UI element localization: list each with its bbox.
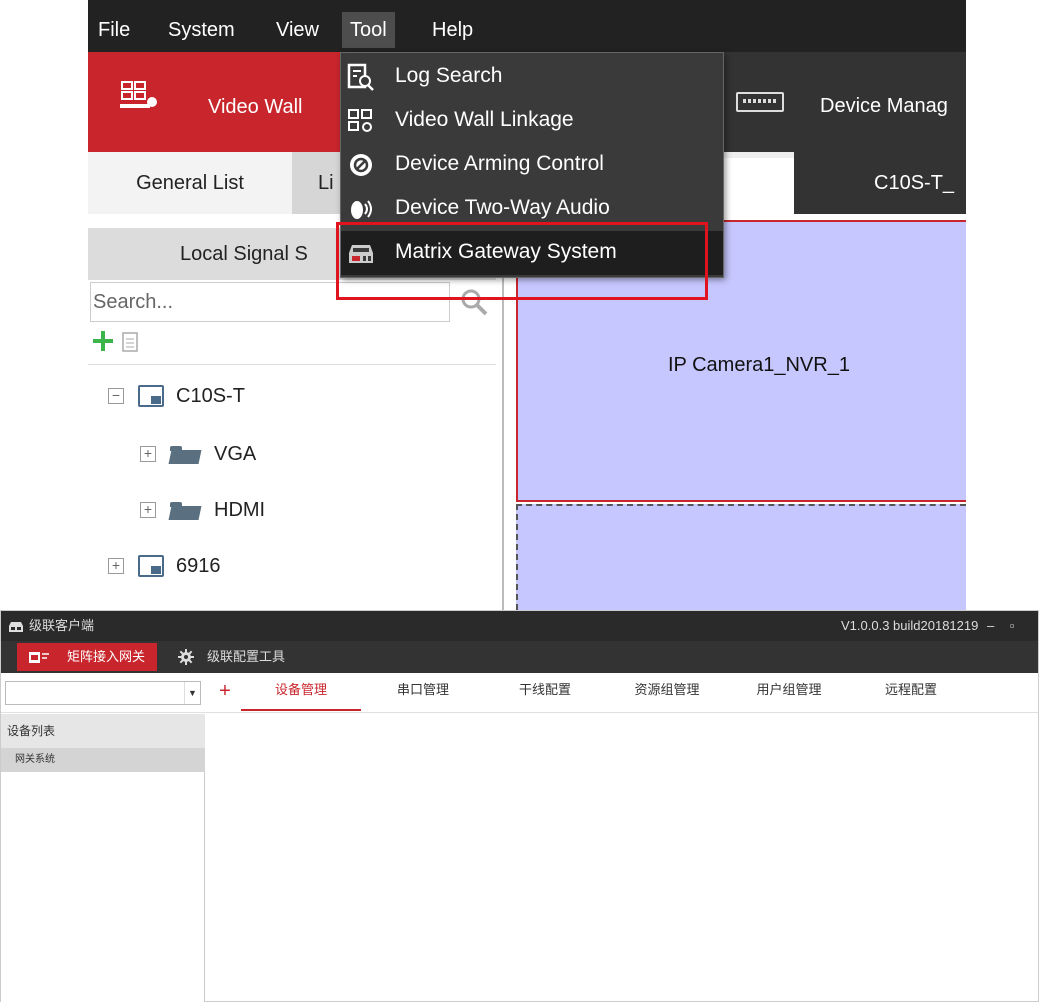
tree-node-vga[interactable]: + VGA	[140, 439, 256, 469]
tree-node-c10s[interactable]: − C10S-T	[108, 381, 245, 411]
tab-resource-group[interactable]: 资源组管理	[607, 673, 727, 711]
expand-icon[interactable]: +	[140, 446, 156, 462]
chevron-down-icon[interactable]: ▼	[184, 682, 200, 704]
panel-toolbar	[92, 330, 192, 356]
tree-node-label: C10S-T	[176, 384, 245, 407]
tree-node-label: VGA	[214, 442, 257, 465]
tab-user-group[interactable]: 用户组管理	[729, 673, 849, 711]
menu-label: 矩阵接入网关	[67, 649, 146, 664]
menu-bar: File System View Tool Help	[88, 0, 966, 52]
encoder-device-icon	[138, 385, 164, 407]
menu-system[interactable]: System	[160, 12, 243, 48]
sidebar-header: 设备列表	[1, 714, 205, 748]
tree-node-hdmi[interactable]: + HDMI	[140, 495, 265, 525]
folder-icon	[170, 500, 200, 520]
menu-item-label: Video Wall Linkage	[395, 108, 574, 131]
video-wall-client-screenshot: File System View Tool Help Video Wall De…	[88, 0, 966, 610]
menu-cascade-config-tool[interactable]: 级联配置工具	[177, 643, 285, 671]
device-tree: − C10S-T + VGA + HDMI + 6916	[88, 364, 496, 610]
menu-view[interactable]: View	[268, 12, 327, 48]
tree-node-label: 6916	[176, 554, 221, 577]
expand-icon[interactable]: +	[140, 502, 156, 518]
tab-device-management[interactable]: 设备管理	[241, 673, 361, 711]
sidebar-item-gateway-system[interactable]: 网关系统	[1, 748, 205, 772]
tab-trunk-config[interactable]: 干线配置	[485, 673, 605, 711]
gear-icon	[178, 649, 194, 665]
tab-serial-management[interactable]: 串口管理	[363, 673, 483, 711]
menu-item-matrix-gateway-system[interactable]: Matrix Gateway System	[341, 231, 723, 275]
matrix-gateway-icon	[29, 652, 49, 663]
device-select-dropdown[interactable]: ▼	[5, 681, 201, 705]
app-menu-bar: 矩阵接入网关 级联配置工具	[1, 641, 1038, 673]
menu-item-video-wall-linkage[interactable]: Video Wall Linkage	[341, 99, 723, 143]
tree-node-6916[interactable]: + 6916	[108, 551, 221, 581]
menu-tool[interactable]: Tool	[342, 12, 395, 48]
menu-matrix-gateway[interactable]: 矩阵接入网关	[17, 643, 157, 671]
collapse-icon[interactable]: −	[108, 388, 124, 404]
app-logo-icon	[9, 622, 23, 632]
add-icon[interactable]	[92, 330, 114, 352]
wall-window-label: IP Camera1_NVR_1	[668, 354, 850, 376]
search-icon[interactable]	[460, 288, 488, 316]
tab-remote-config[interactable]: 远程配置	[851, 673, 971, 711]
wall-window[interactable]	[516, 504, 966, 610]
menu-item-label: Log Search	[395, 64, 503, 87]
window-title: 级联客户端	[29, 618, 95, 633]
cascade-client-window: 级联客户端 V1.0.0.3 build20181219 – ▫ × 矩阵接入网…	[0, 610, 1039, 1002]
menu-item-label: Device Two-Way Audio	[395, 196, 610, 219]
menu-file[interactable]: File	[90, 12, 138, 48]
expand-icon[interactable]: +	[108, 558, 124, 574]
two-way-audio-icon	[351, 200, 372, 219]
log-search-icon	[347, 63, 374, 91]
menu-item-label: Device Arming Control	[395, 152, 604, 175]
encoder-device-icon	[138, 555, 164, 577]
menu-help[interactable]: Help	[424, 12, 481, 48]
document-icon[interactable]	[122, 332, 138, 352]
tab-blank	[720, 158, 794, 214]
module-label-device-management: Device Manag	[820, 95, 948, 117]
matrix-gateway-icon	[349, 245, 373, 263]
tab-wall-c10s[interactable]: C10S-T_	[794, 152, 966, 214]
menu-item-device-two-way-audio[interactable]: Device Two-Way Audio	[341, 187, 723, 231]
module-tab-video-wall[interactable]: Video Wall	[88, 52, 342, 152]
version-label: V1.0.0.3 build20181219	[841, 618, 979, 633]
menu-item-device-arming-control[interactable]: Device Arming Control	[341, 143, 723, 187]
module-label-video-wall: Video Wall	[208, 96, 303, 118]
menu-item-log-search[interactable]: Log Search	[341, 55, 723, 99]
title-bar: 级联客户端 V1.0.0.3 build20181219 – ▫ ×	[1, 611, 1038, 663]
tree-node-label: HDMI	[214, 498, 266, 521]
video-wall-icon	[120, 81, 157, 108]
tab-general-list[interactable]: General List	[88, 152, 292, 214]
menu-item-label: Matrix Gateway System	[395, 240, 617, 263]
folder-icon	[170, 444, 200, 464]
tool-dropdown-menu: Log Search Video Wall Linkage Device Arm…	[340, 52, 724, 278]
device-list-sidebar: 设备列表 网关系统	[1, 714, 205, 1002]
video-wall-linkage-icon	[348, 109, 372, 132]
menu-label: 级联配置工具	[207, 649, 286, 664]
search-input[interactable]: Search...	[90, 282, 450, 322]
add-button[interactable]: +	[215, 677, 235, 705]
device-icon	[736, 92, 784, 112]
arming-control-icon	[350, 154, 372, 176]
module-tab-device-management[interactable]: Device Manag	[728, 52, 966, 152]
app-toolbar: ▼ + 设备管理 串口管理 干线配置 资源组管理 用户组管理 远程配置	[1, 673, 1038, 713]
